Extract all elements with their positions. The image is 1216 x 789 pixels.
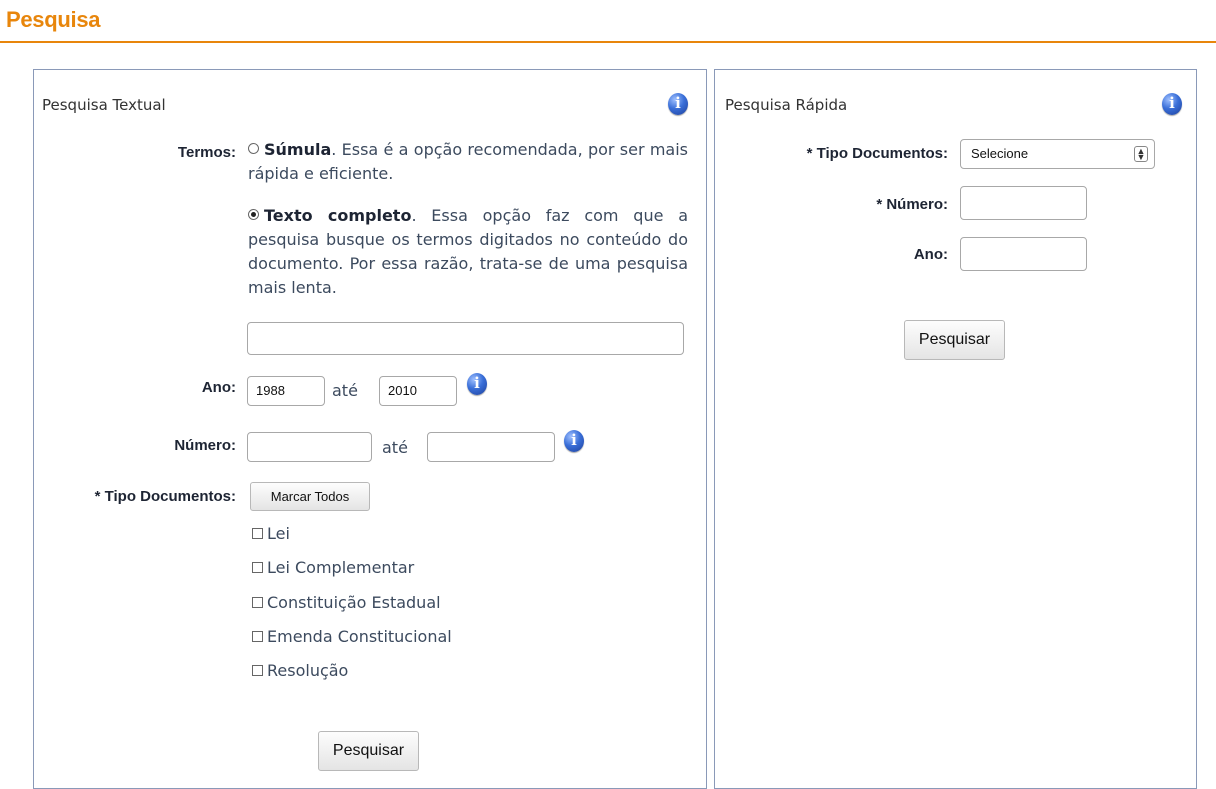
quick-numero-label: * Número: — [876, 196, 948, 213]
ano-label: Ano: — [201, 379, 236, 396]
termos-input[interactable] — [247, 322, 684, 355]
doc-type-label: Lei — [267, 524, 290, 543]
doc-type-label: Lei Complementar — [267, 558, 415, 577]
checkbox[interactable] — [252, 562, 263, 573]
numero-ate-label: até — [382, 438, 408, 457]
quick-ano-label: Ano: — [913, 246, 948, 263]
doc-type-item-constituicao-estadual[interactable]: Constituição Estadual — [252, 593, 441, 613]
textual-search-heading: Pesquisa Textual — [42, 96, 166, 114]
info-icon[interactable] — [1162, 93, 1182, 115]
doc-type-item-resolucao[interactable]: Resolução — [252, 661, 348, 681]
sumula-radio[interactable] — [248, 143, 259, 154]
quick-search-button[interactable]: Pesquisar — [904, 320, 1005, 360]
ano-from-input[interactable]: 1988 — [247, 376, 325, 406]
updown-arrow-icon: ▲ ▼ — [1134, 146, 1148, 162]
ano-ate-label: até — [332, 381, 358, 400]
title-divider — [0, 41, 1216, 43]
texto-completo-option: Texto completo. Essa opção faz com que a… — [248, 204, 688, 300]
tipo-documentos-select[interactable]: Selecione ▲ ▼ — [960, 139, 1155, 169]
doc-type-item-emenda-constitucional[interactable]: Emenda Constitucional — [252, 627, 452, 647]
doc-type-label: Resolução — [267, 661, 349, 680]
texto-completo-radio[interactable] — [248, 209, 259, 220]
checkbox[interactable] — [252, 528, 263, 539]
texto-completo-label: Texto completo — [264, 206, 412, 225]
marcar-todos-button[interactable]: Marcar Todos — [250, 482, 370, 511]
tipo-documentos-label: * Tipo Documentos: — [94, 488, 236, 505]
numero-to-input[interactable] — [427, 432, 555, 462]
page-title: Pesquisa — [6, 7, 101, 32]
quick-tipo-documentos-label: * Tipo Documentos: — [806, 145, 948, 162]
sumula-option: Súmula. Essa é a opção recomendada, por … — [248, 138, 688, 186]
select-value: Selecione — [971, 146, 1029, 161]
sumula-label: Súmula — [264, 140, 332, 159]
textual-search-button[interactable]: Pesquisar — [318, 731, 419, 771]
doc-type-item-lei[interactable]: Lei — [252, 524, 290, 544]
ano-to-input[interactable]: 2010 — [379, 376, 457, 406]
quick-search-heading: Pesquisa Rápida — [725, 96, 848, 114]
doc-type-label: Emenda Constitucional — [267, 627, 452, 646]
quick-search-panel: Pesquisa Rápida * Tipo Documentos: Selec… — [714, 69, 1197, 789]
doc-type-item-lei-complementar[interactable]: Lei Complementar — [252, 558, 414, 578]
termos-label: Termos: — [177, 144, 236, 161]
textual-search-panel: Pesquisa Textual Termos: Súmula. Essa é … — [33, 69, 707, 789]
numero-label: Número: — [174, 437, 236, 454]
ano-info-icon[interactable] — [467, 373, 487, 395]
numero-info-icon[interactable] — [564, 430, 584, 452]
info-icon[interactable] — [668, 93, 688, 115]
quick-numero-input[interactable] — [960, 186, 1087, 220]
quick-ano-input[interactable] — [960, 237, 1087, 271]
numero-from-input[interactable] — [247, 432, 372, 462]
checkbox[interactable] — [252, 631, 263, 642]
doc-type-label: Constituição Estadual — [267, 593, 441, 612]
checkbox[interactable] — [252, 597, 263, 608]
checkbox[interactable] — [252, 665, 263, 676]
